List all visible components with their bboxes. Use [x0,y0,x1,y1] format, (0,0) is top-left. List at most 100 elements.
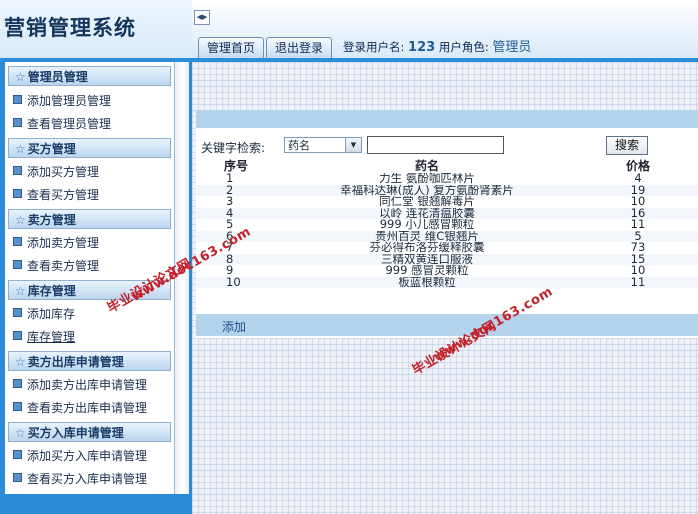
star-icon: ☆ [15,70,26,84]
bullet-icon [13,118,22,127]
sidebar-item-label: 添加买方管理 [27,165,100,179]
cell-price: 4 [578,173,698,185]
sidebar-group-buyer[interactable]: ☆ 买方管理 [8,138,171,158]
table-row[interactable]: 5 999 小儿感冒颗粒 11 [196,219,698,231]
sidebar-item-add-seller-outbound[interactable]: 添加卖方出库申请管理 [13,376,147,394]
cell-name: 同仁堂 银翘解毒片 [276,196,578,208]
sidebar-item-label: 库存管理 [27,330,76,344]
sidebar-group-title: 买方管理 [27,142,76,156]
sidebar-item-view-admin[interactable]: 查看管理员管理 [13,115,111,133]
star-icon: ☆ [15,355,26,369]
search-label: 关键字检索: [201,141,266,155]
sidebar-group-seller-outbound[interactable]: ☆ 卖方出库申请管理 [8,351,171,371]
main-content: 关键字检索: 药名 ▼ 搜索 序号 药名 价格 1 力生 氨酚咖匹林片 4 2 幸福科… [192,62,698,514]
sidebar-group-seller[interactable]: ☆ 卖方管理 [8,209,171,229]
cell-name: 贵州百灵 维C银翘片 [276,230,578,242]
add-drug-link[interactable]: 添加 [222,318,246,335]
table-row[interactable]: 4 以岭 连花清瘟胶囊 16 [196,207,698,219]
cell-id: 2 [196,184,276,196]
drug-table-container: 序号 药名 价格 1 力生 氨酚咖匹林片 4 2 幸福科达琳(成人) 复方氨酚肾素片 1… [196,159,698,288]
bullet-icon [13,95,22,104]
cell-price: 16 [578,207,698,219]
sidebar-item-add-seller[interactable]: 添加卖方管理 [13,234,99,252]
cell-price: 5 [578,230,698,242]
sidebar-group-title: 卖方出库申请管理 [27,355,124,369]
sidebar-group-buyer-inbound[interactable]: ☆ 买方入库申请管理 [8,422,171,442]
cell-name: 999 小儿感冒颗粒 [276,219,578,231]
collapse-sidebar-icon[interactable]: ◀▶ [194,10,210,25]
table-header-row: 序号 药名 价格 [196,159,698,173]
cell-price: 11 [578,219,698,231]
star-icon: ☆ [15,284,26,298]
sidebar-item-label: 查看买方管理 [27,188,100,202]
sidebar-item-add-inventory[interactable]: 添加库存 [13,305,75,323]
column-header-id: 序号 [223,159,248,173]
table-row[interactable]: 1 力生 氨酚咖匹林片 4 [196,173,698,185]
tab-home[interactable]: 管理首页 [198,37,265,58]
cell-price: 11 [578,276,698,288]
search-field-select[interactable]: 药名 ▼ [284,137,362,153]
table-row[interactable]: 8 三精双黄连口服液 15 [196,253,698,265]
content-header-band [196,110,698,128]
sidebar-item-add-admin[interactable]: 添加管理员管理 [13,92,111,110]
sidebar-item-label: 添加管理员管理 [27,94,112,108]
bullet-icon [13,166,22,175]
table-row[interactable]: 6 贵州百灵 维C银翘片 5 [196,230,698,242]
sidebar-item-label: 查看卖方管理 [27,259,100,273]
cell-name: 芬必得布洛芬缓释胶囊 [276,242,578,254]
user-name-value: 123 [408,40,436,55]
search-button[interactable]: 搜索 [606,136,648,155]
table-row[interactable]: 3 同仁堂 银翘解毒片 10 [196,196,698,208]
cell-id: 3 [196,196,276,208]
star-icon: ☆ [15,142,26,156]
bullet-icon [13,450,22,459]
table-row[interactable]: 10 板蓝根颗粒 11 [196,276,698,288]
sidebar-group-title: 库存管理 [27,284,76,298]
cell-name: 板蓝根颗粒 [276,276,578,288]
table-row[interactable]: 9 999 感冒灵颗粒 10 [196,265,698,277]
cell-id: 10 [196,276,276,288]
chevron-down-icon[interactable]: ▼ [345,138,361,152]
cell-name: 幸福科达琳(成人) 复方氨酚肾素片 [276,184,578,196]
sidebar-item-label: 添加卖方出库申请管理 [27,378,148,392]
table-row[interactable]: 2 幸福科达琳(成人) 复方氨酚肾素片 19 [196,184,698,196]
sidebar-item-add-buyer-inbound[interactable]: 添加买方入库申请管理 [13,447,147,465]
sidebar-item-label: 添加库存 [27,307,76,321]
bullet-icon [13,308,22,317]
cell-price: 19 [578,184,698,196]
cell-id: 4 [196,207,276,219]
app-title-area: 营销管理系统 [0,0,192,60]
sidebar-item-add-buyer[interactable]: 添加买方管理 [13,163,99,181]
sidebar-item-view-buyer-inbound[interactable]: 查看买方入库申请管理 [13,470,147,488]
sidebar-group-title: 卖方管理 [27,213,76,227]
sidebar-item-view-seller[interactable]: 查看卖方管理 [13,257,99,275]
tab-logout[interactable]: 退出登录 [266,37,333,58]
bullet-icon [13,402,22,411]
user-role-value: 管理员 [492,40,532,55]
star-icon: ☆ [15,213,26,227]
cell-price: 73 [578,242,698,254]
sidebar-item-manage-inventory[interactable]: 库存管理 [13,328,75,346]
sidebar-item-view-seller-outbound[interactable]: 查看卖方出库申请管理 [13,399,147,417]
cell-name: 力生 氨酚咖匹林片 [276,173,578,185]
sidebar-group-title: 管理员管理 [27,70,88,84]
top-bar: ◀▶ 管理首页 退出登录 登录用户名: 123 用户角色: 管理员 [192,0,698,60]
bullet-icon [13,237,22,246]
sidebar-group-admin[interactable]: ☆ 管理员管理 [8,66,171,86]
cell-price: 15 [578,253,698,265]
column-header-price: 价格 [625,159,650,173]
sidebar-item-label: 添加买方入库申请管理 [27,449,148,463]
star-icon: ☆ [15,426,26,440]
bullet-icon [13,189,22,198]
sidebar-item-view-buyer[interactable]: 查看买方管理 [13,186,99,204]
user-role-label: 用户角色: [438,40,489,54]
table-row[interactable]: 7 芬必得布洛芬缓释胶囊 73 [196,242,698,254]
table-footer: 添加 [196,314,698,336]
cell-id: 9 [196,265,276,277]
search-input[interactable] [367,136,504,154]
bullet-icon [13,473,22,482]
cell-name: 999 感冒灵颗粒 [276,265,578,277]
cell-name: 以岭 连花清瘟胶囊 [276,207,578,219]
app-title: 营销管理系统 [4,15,136,40]
cell-id: 1 [196,173,276,185]
